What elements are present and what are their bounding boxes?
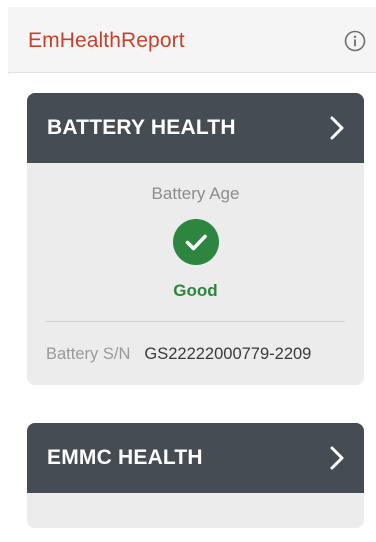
emmc-health-title: EMMC HEALTH [47, 446, 203, 469]
battery-health-body: Battery Age Good Battery S/N GS2222200077… [27, 163, 364, 385]
main-content: BATTERY HEALTH Battery Age Good Battery … [8, 74, 376, 542]
chevron-right-icon[interactable] [328, 445, 346, 471]
app-bar: EmHealthReport [8, 7, 376, 73]
divider [46, 321, 345, 322]
emmc-health-card: EMMC HEALTH [27, 423, 364, 528]
battery-sn-label: Battery S/N [46, 345, 131, 363]
emmc-health-header[interactable]: EMMC HEALTH [27, 423, 364, 493]
checkmark-circle-icon [173, 219, 219, 265]
chevron-right-icon[interactable] [328, 115, 346, 141]
battery-health-title: BATTERY HEALTH [47, 116, 236, 139]
app-title: EmHealthReport [28, 29, 185, 52]
battery-sn-value: GS22222000779-2209 [144, 345, 312, 363]
battery-status: Good [173, 281, 218, 300]
battery-health-card: BATTERY HEALTH Battery Age Good Battery … [27, 93, 364, 385]
battery-age-label: Battery Age [151, 184, 240, 203]
battery-sn-row: Battery S/N GS22222000779-2209 [46, 345, 350, 364]
battery-health-header[interactable]: BATTERY HEALTH [27, 93, 364, 163]
info-icon[interactable] [344, 30, 366, 52]
